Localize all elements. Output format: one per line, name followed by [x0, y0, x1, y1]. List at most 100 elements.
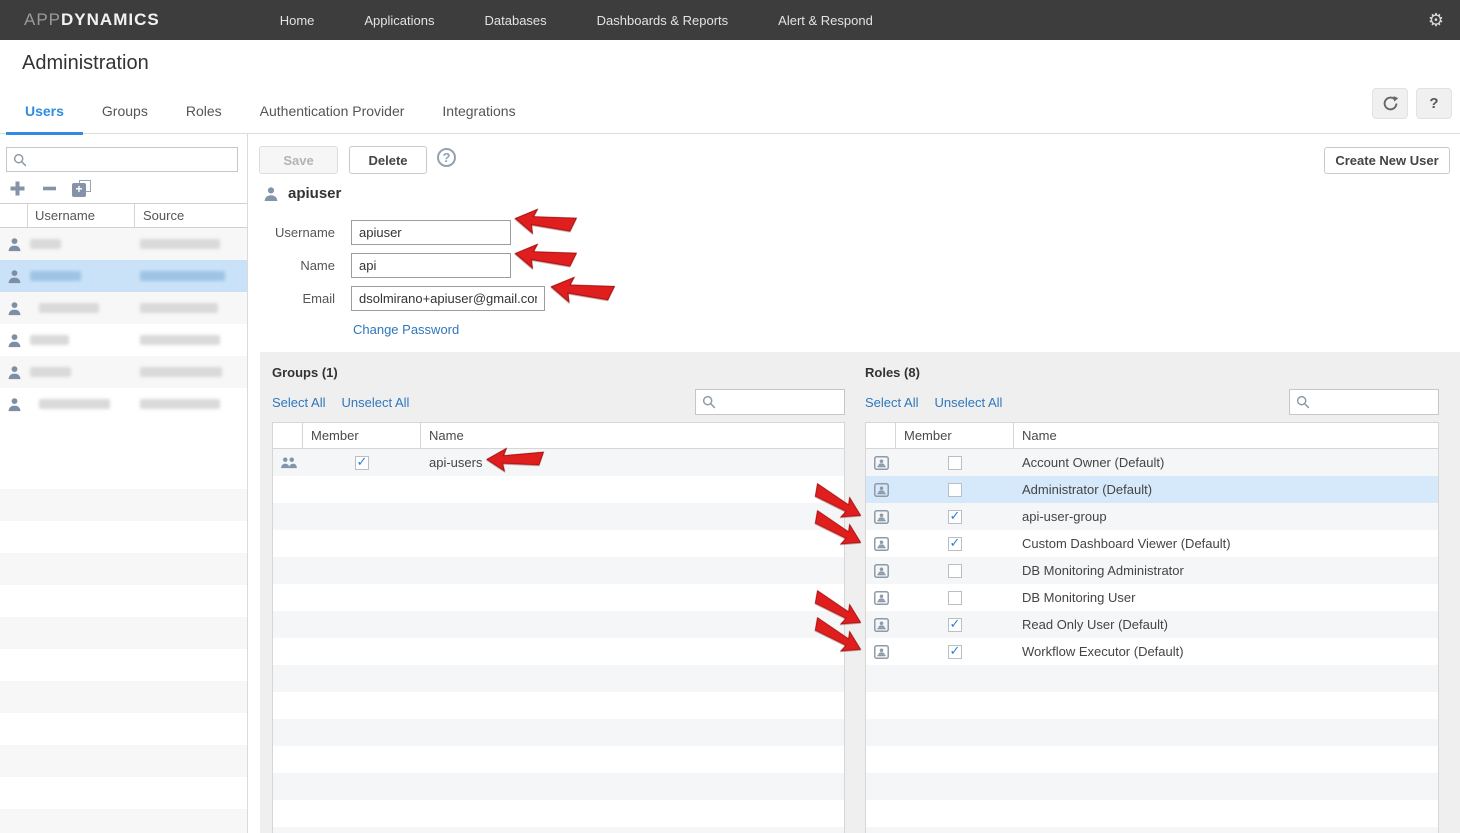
role-badge-icon — [866, 645, 896, 659]
tab-roles[interactable]: Roles — [167, 90, 241, 134]
role-row[interactable]: ✓ DB Monitoring Administrator — [866, 557, 1438, 584]
name-input[interactable] — [351, 253, 511, 278]
appdynamics-logo: APPDYNAMICS — [24, 10, 160, 30]
nav-item-home[interactable]: Home — [280, 13, 315, 28]
user-list-row[interactable] — [0, 388, 247, 420]
change-password-link[interactable]: Change Password — [353, 322, 459, 337]
user-heading-name: apiuser — [288, 185, 341, 202]
role-badge-icon — [866, 564, 896, 578]
roles-search-box — [1289, 389, 1439, 415]
role-member-checkbox[interactable]: ✓ — [948, 483, 962, 497]
role-badge-icon — [866, 591, 896, 605]
search-icon — [1296, 395, 1310, 409]
username-label: Username — [259, 225, 335, 240]
role-row[interactable]: ✓Administrator (Default) — [866, 476, 1438, 503]
nav-item-databases[interactable]: Databases — [485, 13, 547, 28]
redacted-username — [39, 399, 110, 409]
role-name: Account Owner (Default) — [1014, 455, 1438, 470]
person-icon — [0, 269, 28, 284]
role-member-checkbox[interactable]: ✓ — [948, 618, 962, 632]
roles-search-input[interactable] — [1314, 390, 1460, 414]
roles-links: Select All Unselect All — [865, 395, 1002, 410]
groups-unselect-all-link[interactable]: Unselect All — [341, 395, 409, 410]
person-icon — [0, 301, 28, 316]
add-user-icon[interactable] — [8, 179, 27, 198]
role-row[interactable]: ✓ Read Only User (Default) — [866, 611, 1438, 638]
name-form-row: Name — [259, 253, 511, 278]
role-member-checkbox[interactable]: ✓ — [948, 456, 962, 470]
groups-empty-rows — [273, 476, 844, 833]
role-name: DB Monitoring Administrator — [1014, 563, 1438, 578]
delete-button[interactable]: Delete — [349, 146, 427, 174]
redacted-username — [30, 335, 69, 345]
role-member-checkbox[interactable]: ✓ — [948, 645, 962, 659]
remove-user-icon[interactable] — [40, 179, 59, 198]
user-list-row[interactable] — [0, 228, 247, 260]
role-row[interactable]: ✓ DB Monitoring User — [866, 584, 1438, 611]
role-badge-icon — [866, 483, 896, 497]
nav-item-applications[interactable]: Applications — [364, 13, 434, 28]
user-icon — [263, 186, 279, 202]
role-badge-icon — [866, 456, 896, 470]
role-name: Workflow Executor (Default) — [1014, 644, 1438, 659]
user-search-input[interactable] — [31, 148, 237, 171]
source-column-header: Source — [135, 204, 247, 227]
role-row[interactable]: ✓ Workflow Executor (Default) — [866, 638, 1438, 665]
user-icon-column-header — [0, 204, 28, 227]
role-name: api-user-group — [1014, 509, 1438, 524]
groups-select-all-link[interactable]: Select All — [272, 395, 325, 410]
username-input[interactable] — [351, 220, 511, 245]
groups-table: Member Name ✓ api-users — [272, 422, 845, 833]
nav-item-dashboards-reports[interactable]: Dashboards & Reports — [597, 13, 729, 28]
tab-authentication-provider[interactable]: Authentication Provider — [241, 90, 424, 134]
redacted-source — [140, 239, 220, 249]
user-list-row[interactable] — [0, 260, 247, 292]
membership-panels: Groups (1) Select All Unselect All Membe… — [260, 352, 1460, 833]
groups-panel-title: Groups (1) — [272, 365, 338, 380]
role-member-checkbox[interactable]: ✓ — [948, 591, 962, 605]
group-member-checkbox[interactable]: ✓ — [355, 456, 369, 470]
redacted-source — [140, 303, 218, 313]
tab-users[interactable]: Users — [6, 90, 83, 134]
search-icon — [702, 395, 716, 409]
role-name: Read Only User (Default) — [1014, 617, 1438, 632]
redacted-username — [39, 303, 99, 313]
content-area: + Username Source Save Delete ? Create N… — [0, 134, 1460, 833]
gear-icon[interactable]: ⚙ — [1428, 0, 1444, 40]
person-icon — [0, 333, 28, 348]
name-label: Name — [259, 258, 335, 273]
role-member-checkbox[interactable]: ✓ — [948, 510, 962, 524]
groups-name-column-header: Name — [421, 423, 844, 448]
roles-select-all-link[interactable]: Select All — [865, 395, 918, 410]
create-new-user-button[interactable]: Create New User — [1324, 147, 1450, 174]
role-name: DB Monitoring User — [1014, 590, 1438, 605]
person-icon — [0, 237, 28, 252]
tab-integrations[interactable]: Integrations — [423, 90, 534, 134]
username-column-header: Username — [28, 204, 135, 227]
role-member-checkbox[interactable]: ✓ — [948, 537, 962, 551]
role-badge-icon — [866, 618, 896, 632]
tab-groups[interactable]: Groups — [83, 90, 167, 134]
user-list-row[interactable] — [0, 356, 247, 388]
role-row[interactable]: ✓ api-user-group — [866, 503, 1438, 530]
user-list-row[interactable] — [0, 292, 247, 324]
group-row-api-users[interactable]: ✓ api-users — [273, 449, 844, 476]
redacted-source — [140, 335, 220, 345]
redacted-username — [30, 239, 61, 249]
email-input[interactable] — [351, 286, 545, 311]
groups-links: Select All Unselect All — [272, 395, 409, 410]
role-member-checkbox[interactable]: ✓ — [948, 564, 962, 578]
username-form-row: Username — [259, 220, 511, 245]
save-button[interactable]: Save — [259, 146, 338, 174]
form-help-icon[interactable]: ? — [437, 148, 456, 167]
role-row[interactable]: ✓ Account Owner (Default) — [866, 449, 1438, 476]
role-row[interactable]: ✓ Custom Dashboard Viewer (Default) — [866, 530, 1438, 557]
user-list-sidebar: + Username Source — [0, 134, 248, 833]
duplicate-user-icon[interactable]: + — [72, 179, 91, 198]
person-icon — [0, 397, 28, 412]
role-name: Custom Dashboard Viewer (Default) — [1014, 536, 1438, 551]
roles-unselect-all-link[interactable]: Unselect All — [934, 395, 1002, 410]
user-list-row[interactable] — [0, 324, 247, 356]
nav-item-alert-respond[interactable]: Alert & Respond — [778, 13, 873, 28]
roles-panel-title: Roles (8) — [865, 365, 920, 380]
